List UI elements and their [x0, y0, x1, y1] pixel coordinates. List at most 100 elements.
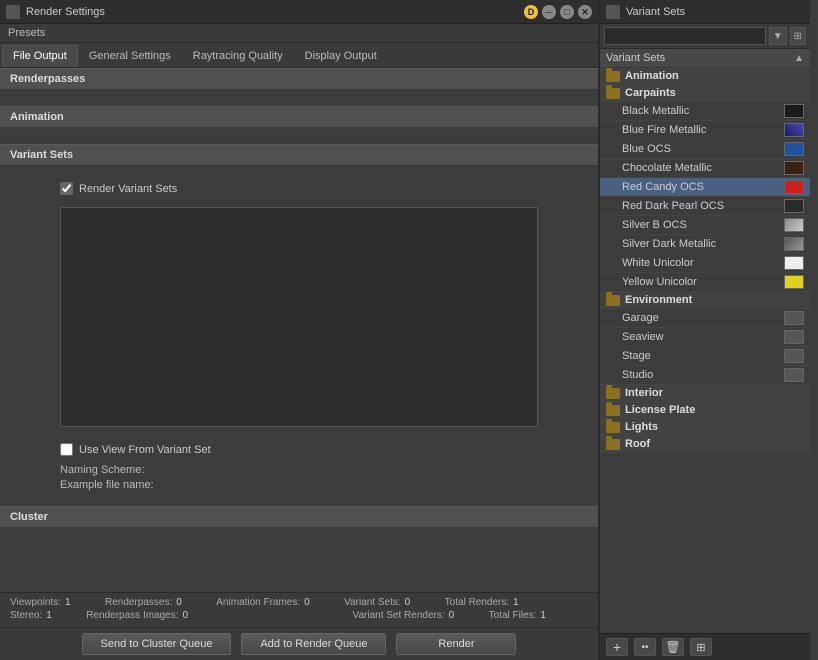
tree-item-interior[interactable]: Interior: [600, 385, 810, 402]
tree-item-lights[interactable]: Lights: [600, 419, 810, 436]
tree-header-label: Variant Sets: [606, 52, 665, 64]
silver-b-ocs-swatch: [784, 218, 804, 232]
silver-dark-metallic-swatch: [784, 237, 804, 251]
tree-item-red-candy-ocs[interactable]: Red Candy OCS: [600, 178, 810, 197]
tree-item-studio[interactable]: Studio: [600, 366, 810, 385]
render-settings-icon: [6, 5, 20, 19]
ctrl-close[interactable]: ✕: [578, 5, 592, 19]
filter-button[interactable]: ▼: [769, 27, 787, 45]
tree-item-animation[interactable]: Animation: [600, 68, 810, 85]
render-variant-sets-label: Render Variant Sets: [79, 183, 177, 195]
grid-button[interactable]: ⊞: [690, 638, 712, 656]
variant-set-renders-label: Variant Set Renders:: [353, 610, 445, 621]
add-button[interactable]: +: [606, 638, 628, 656]
tree-item-blue-fire-metallic[interactable]: Blue Fire Metallic: [600, 121, 810, 140]
blue-ocs-swatch: [784, 142, 804, 156]
garage-label: Garage: [622, 312, 784, 324]
red-dark-pearl-ocs-swatch: [784, 199, 804, 213]
variant-sets-section: Render Variant Sets Use View From Varian…: [0, 166, 598, 506]
tree-item-white-unicolor[interactable]: White Unicolor: [600, 254, 810, 273]
red-candy-ocs-swatch: [784, 180, 804, 194]
use-view-checkbox[interactable]: [60, 443, 73, 456]
chocolate-metallic-label: Chocolate Metallic: [622, 162, 784, 174]
variant-sets-value: 0: [405, 597, 425, 608]
interior-folder-icon: [606, 388, 620, 399]
environment-label: Environment: [625, 294, 692, 306]
tree-item-carpaints[interactable]: Carpaints: [600, 85, 810, 102]
scroll-area[interactable]: Renderpasses Animation Variant Sets Rend…: [0, 68, 598, 592]
stage-label: Stage: [622, 350, 784, 362]
window-controls[interactable]: D ─ □ ✕: [524, 5, 592, 19]
use-view-row: Use View From Variant Set: [10, 437, 588, 462]
ctrl-minimize[interactable]: ─: [542, 5, 556, 19]
tree-item-silver-dark-metallic[interactable]: Silver Dark Metallic: [600, 235, 810, 254]
lights-folder-icon: [606, 422, 620, 433]
stereo-item: Stereo: 1: [10, 610, 66, 621]
tree-list[interactable]: Animation Carpaints Black Metallic Blue …: [600, 68, 810, 633]
tree-item-roof[interactable]: Roof: [600, 436, 810, 453]
carpaints-label: Carpaints: [625, 87, 676, 99]
viewpoints-value: 1: [65, 597, 85, 608]
render-variant-sets-checkbox[interactable]: [60, 182, 73, 195]
tree-item-black-metallic[interactable]: Black Metallic: [600, 102, 810, 121]
tree-item-license-plate[interactable]: License Plate: [600, 402, 810, 419]
add-to-render-button[interactable]: Add to Render Queue: [241, 633, 386, 655]
tab-general-settings[interactable]: General Settings: [78, 45, 182, 67]
carpaints-folder-icon: [606, 88, 620, 99]
example-file-label: Example file name:: [60, 479, 170, 491]
ctrl-d[interactable]: D: [524, 5, 538, 19]
stereo-value: 1: [46, 610, 66, 621]
seaview-label: Seaview: [622, 331, 784, 343]
studio-swatch: [784, 368, 804, 382]
tree-item-stage[interactable]: Stage: [600, 347, 810, 366]
presets-label: Presets: [8, 27, 45, 39]
animation-frames-label: Animation Frames:: [216, 597, 300, 608]
white-unicolor-swatch: [784, 256, 804, 270]
roof-folder-icon: [606, 439, 620, 450]
tree-item-chocolate-metallic[interactable]: Chocolate Metallic: [600, 159, 810, 178]
options-button[interactable]: ••: [634, 638, 656, 656]
render-button[interactable]: Render: [396, 633, 516, 655]
status-row-2: Stereo: 1 Renderpass Images: 0 Variant S…: [10, 610, 588, 621]
variant-sets-window-icon: [606, 5, 620, 19]
use-view-label: Use View From Variant Set: [79, 444, 211, 456]
tree-item-environment[interactable]: Environment: [600, 292, 810, 309]
renderpass-images-value: 0: [183, 610, 203, 621]
total-files-item: Total Files: 1: [489, 610, 561, 621]
tree-item-yellow-unicolor[interactable]: Yellow Unicolor: [600, 273, 810, 292]
delete-button[interactable]: 🗑: [662, 638, 684, 656]
tree-item-seaview[interactable]: Seaview: [600, 328, 810, 347]
variant-set-renders-item: Variant Set Renders: 0: [353, 610, 469, 621]
status-bar: Viewpoints: 1 Renderpasses: 0 Animation …: [0, 592, 598, 627]
tab-bar: File Output General Settings Raytracing …: [0, 43, 598, 68]
search-input[interactable]: [604, 27, 766, 45]
stage-swatch: [784, 349, 804, 363]
interior-label: Interior: [625, 387, 663, 399]
tab-raytracing-quality[interactable]: Raytracing Quality: [182, 45, 294, 67]
renderpass-images-item: Renderpass Images: 0: [86, 610, 202, 621]
tree-item-garage[interactable]: Garage: [600, 309, 810, 328]
animation-frames-value: 0: [304, 597, 324, 608]
total-files-value: 1: [540, 610, 560, 621]
sort-button[interactable]: ⊞: [790, 27, 806, 45]
tab-display-output[interactable]: Display Output: [294, 45, 388, 67]
content-area: Renderpasses Animation Variant Sets Rend…: [0, 68, 598, 592]
variant-sets-label: Variant Sets:: [344, 597, 401, 608]
viewpoints-item: Viewpoints: 1: [10, 597, 85, 608]
variant-sets-list[interactable]: [60, 207, 538, 427]
right-window-title: Variant Sets: [626, 6, 804, 18]
renderpasses-value: 0: [176, 597, 196, 608]
variant-sets-header: Variant Sets: [0, 144, 598, 166]
presets-bar[interactable]: Presets: [0, 24, 598, 43]
garage-swatch: [784, 311, 804, 325]
tree-item-red-dark-pearl-ocs[interactable]: Red Dark Pearl OCS: [600, 197, 810, 216]
tree-item-blue-ocs[interactable]: Blue OCS: [600, 140, 810, 159]
send-to-cluster-button[interactable]: Send to Cluster Queue: [82, 633, 232, 655]
seaview-swatch: [784, 330, 804, 344]
renderpasses-label: Renderpasses:: [105, 597, 172, 608]
ctrl-maximize[interactable]: □: [560, 5, 574, 19]
tree-item-silver-b-ocs[interactable]: Silver B OCS: [600, 216, 810, 235]
tab-file-output[interactable]: File Output: [2, 45, 78, 67]
status-row-1: Viewpoints: 1 Renderpasses: 0 Animation …: [10, 597, 588, 608]
naming-scheme-label: Naming Scheme:: [60, 464, 170, 476]
